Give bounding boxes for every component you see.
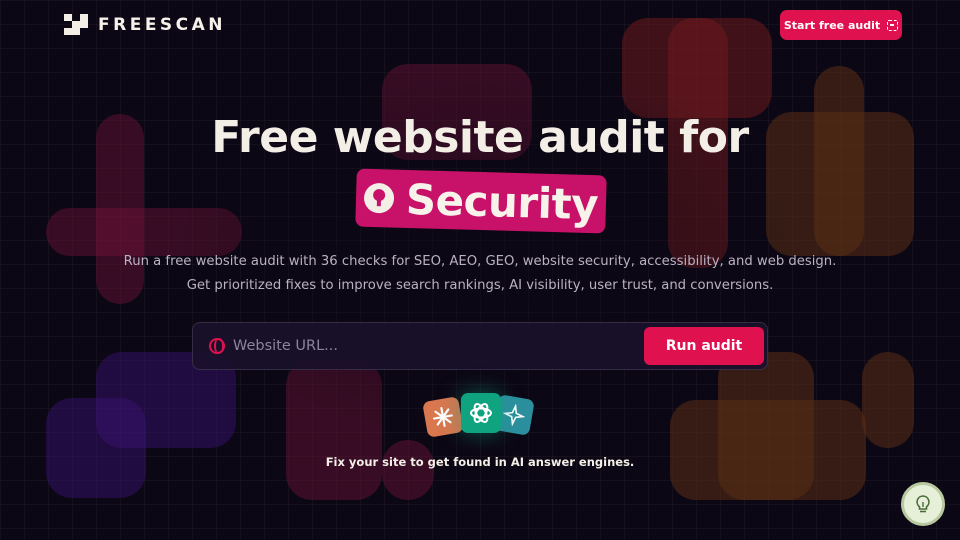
page: FREESCAN Start free audit Free website a…	[0, 0, 960, 540]
run-audit-button[interactable]: Run audit	[644, 327, 764, 365]
lightbulb-button[interactable]	[901, 482, 945, 526]
hero-subtitle-line1: Run a free website audit with 36 checks …	[123, 254, 837, 269]
lightbulb-icon	[916, 495, 930, 513]
highlight-word: Security	[405, 174, 599, 229]
start-free-audit-button[interactable]: Start free audit	[780, 10, 902, 40]
hero-subtitle-line2: Get prioritized fixes to improve search …	[186, 278, 774, 293]
hero-title: Free website audit for	[211, 112, 749, 163]
logo-icon	[64, 14, 88, 36]
brand-name: FREESCAN	[98, 15, 227, 35]
chatgpt-icon	[461, 393, 501, 433]
ai-engines-caption: Fix your site to get found in AI answer …	[325, 455, 635, 469]
website-url-input[interactable]	[233, 331, 633, 361]
highlight-pill: Security	[355, 168, 607, 234]
scan-icon	[887, 19, 899, 31]
globe-icon	[209, 338, 225, 354]
url-search-bar: Run audit	[192, 322, 768, 370]
claude-icon	[422, 396, 464, 438]
keyhole-icon	[363, 182, 395, 214]
cta-label: Start free audit	[783, 18, 881, 32]
brand-logo[interactable]: FREESCAN	[64, 14, 226, 36]
